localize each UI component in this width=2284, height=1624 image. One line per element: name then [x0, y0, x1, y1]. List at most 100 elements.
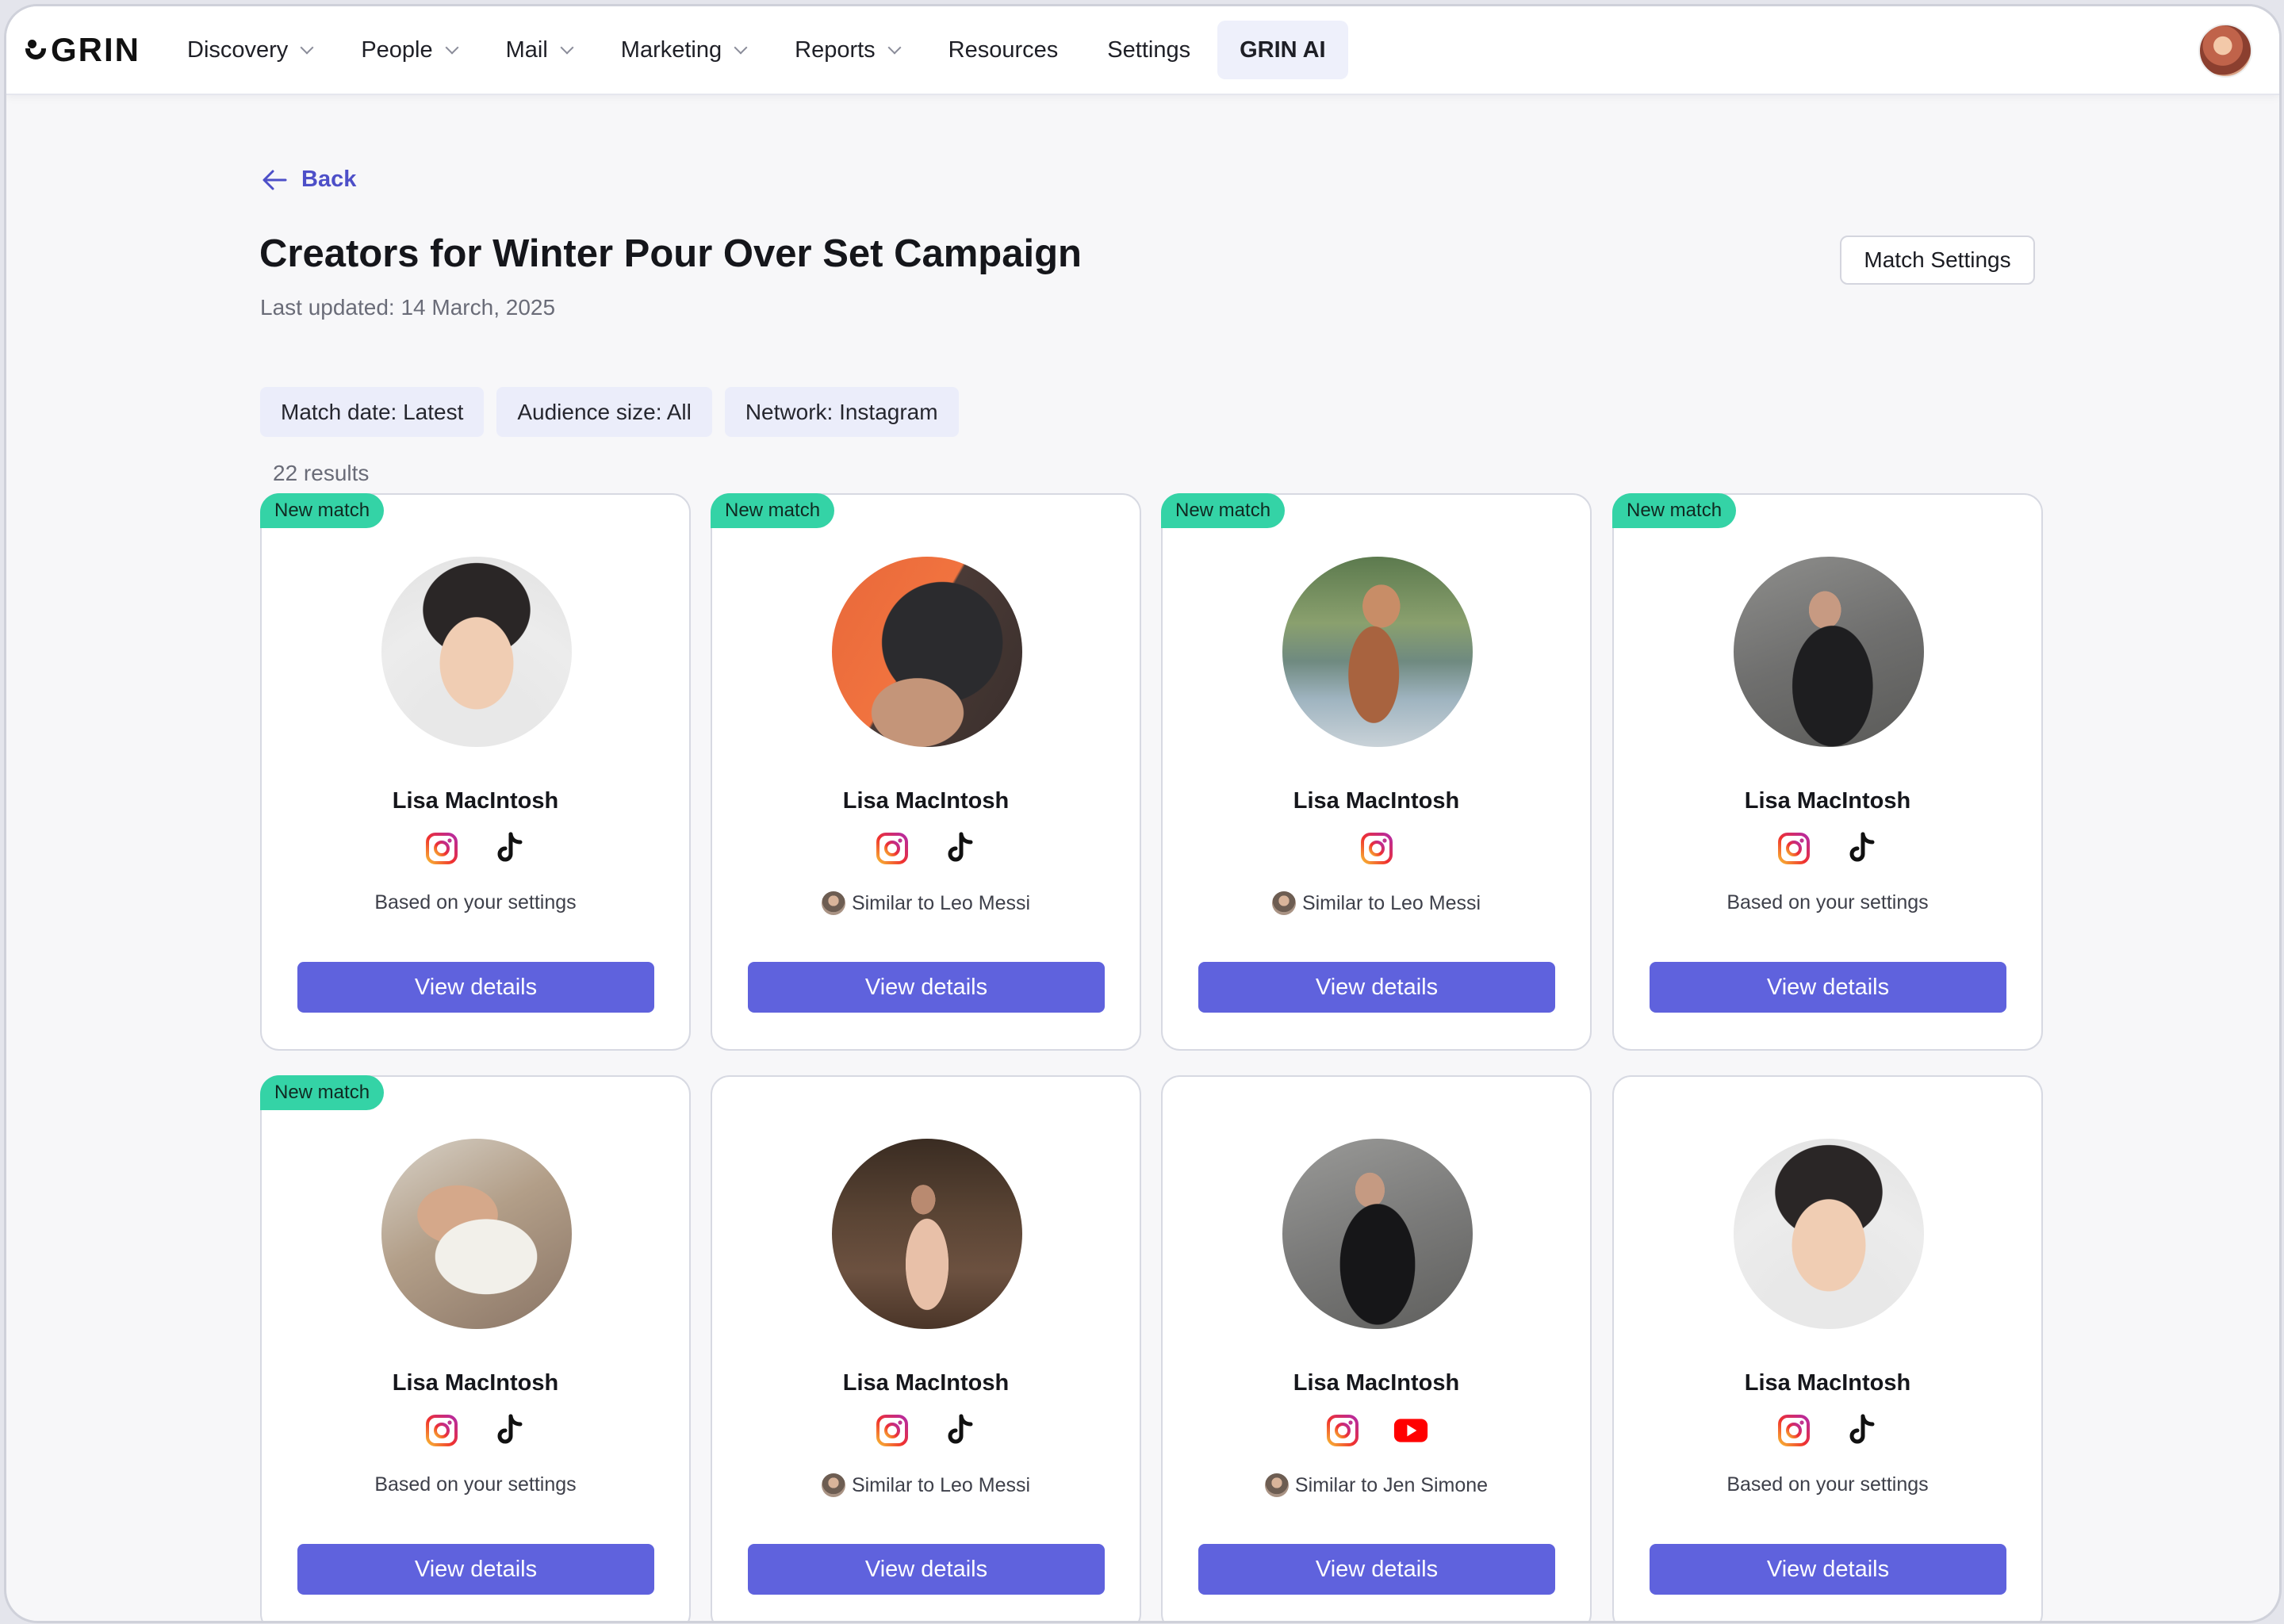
social-networks: [712, 1413, 1140, 1448]
filter-chip-audience-size[interactable]: Audience size: All: [496, 387, 712, 437]
creator-card: New match Lisa MacIntosh Based on your set…: [260, 493, 691, 1051]
creator-card: New match Lisa MacIntosh Similar to Leo Me…: [711, 493, 1141, 1051]
nav-item-label: GRIN AI: [1240, 36, 1326, 63]
social-networks: [1614, 831, 2041, 866]
social-networks: [1163, 1413, 1590, 1448]
nav-item-label: Reports: [795, 36, 876, 63]
creator-card: New match Lisa MacIntosh Based on your set…: [1612, 493, 2043, 1051]
view-details-button[interactable]: View details: [748, 962, 1105, 1013]
nav-item-label: Discovery: [187, 36, 289, 63]
nav-item-mail[interactable]: Mail: [484, 21, 594, 79]
match-reason: Based on your settings: [262, 891, 689, 914]
similar-creator-avatar: [1264, 1473, 1289, 1497]
nav-item-label: Marketing: [620, 36, 722, 63]
logo-text: GRIN: [51, 31, 140, 68]
match-settings-button[interactable]: Match Settings: [1840, 236, 2035, 285]
new-match-badge: New match: [1612, 493, 1737, 528]
last-updated: Last updated: 14 March, 2025: [260, 295, 556, 320]
chevron-down-icon: [734, 40, 748, 55]
creator-photo[interactable]: [832, 557, 1022, 747]
creator-photo[interactable]: [381, 557, 572, 747]
similar-creator-avatar: [821, 1473, 845, 1497]
match-reason: Similar to Leo Messi: [712, 891, 1140, 915]
creator-name: Lisa MacIntosh: [842, 1370, 1010, 1396]
new-match-badge: New match: [260, 493, 385, 528]
instagram-icon[interactable]: [1359, 831, 1394, 866]
chevron-down-icon: [887, 40, 902, 55]
match-reason-text: Similar to Jen Simone: [1294, 1473, 1489, 1496]
match-reason: Based on your settings: [262, 1473, 689, 1496]
nav-item-resources[interactable]: Resources: [926, 21, 1081, 79]
new-match-badge: New match: [260, 1075, 385, 1110]
chevron-down-icon: [445, 40, 459, 55]
instagram-icon[interactable]: [424, 1413, 459, 1448]
filter-chip-network[interactable]: Network: Instagram: [724, 387, 959, 437]
view-details-button[interactable]: View details: [297, 962, 654, 1013]
instagram-icon[interactable]: [424, 831, 459, 866]
creator-name: Lisa MacIntosh: [1744, 1370, 1911, 1396]
new-match-badge: New match: [711, 493, 835, 528]
match-reason-text: Based on your settings: [1726, 1473, 1929, 1496]
instagram-icon[interactable]: [875, 1413, 910, 1448]
match-reason-text: Based on your settings: [374, 891, 577, 914]
grin-logo-icon: [25, 40, 46, 60]
creator-photo[interactable]: [1282, 557, 1473, 747]
creator-name: Lisa MacIntosh: [1293, 1370, 1460, 1396]
creator-card: Lisa MacIntosh Similar to Jen Simone View …: [1161, 1075, 1592, 1621]
social-networks: [262, 1413, 689, 1448]
nav-item-grin-ai[interactable]: GRIN AI: [1217, 21, 1348, 79]
user-avatar[interactable]: [2198, 24, 2252, 78]
back-label: Back: [301, 167, 357, 192]
tiktok-icon[interactable]: [1845, 831, 1880, 866]
view-details-button[interactable]: View details: [1650, 962, 2006, 1013]
nav-item-discovery[interactable]: Discovery: [165, 21, 334, 79]
filter-chip-match-date[interactable]: Match date: Latest: [260, 387, 485, 437]
tiktok-icon[interactable]: [492, 1413, 527, 1448]
nav-item-label: People: [361, 36, 433, 63]
creator-photo[interactable]: [1282, 1139, 1473, 1329]
tiktok-icon[interactable]: [943, 831, 978, 866]
tiktok-icon[interactable]: [492, 831, 527, 866]
instagram-icon[interactable]: [1325, 1413, 1360, 1448]
match-reason: Similar to Leo Messi: [712, 1473, 1140, 1497]
results-count: 22 results: [273, 461, 370, 485]
creator-photo[interactable]: [381, 1139, 572, 1329]
social-networks: [1163, 831, 1590, 866]
match-reason-text: Similar to Leo Messi: [1301, 891, 1481, 914]
creator-photo[interactable]: [832, 1139, 1022, 1329]
social-networks: [712, 831, 1140, 866]
match-reason-text: Similar to Leo Messi: [851, 1473, 1031, 1496]
new-match-badge: New match: [1161, 493, 1286, 528]
instagram-icon[interactable]: [875, 831, 910, 866]
match-reason: Similar to Jen Simone: [1163, 1473, 1590, 1497]
creator-card: Lisa MacIntosh Similar to Leo Messi View d…: [711, 1075, 1141, 1621]
nav-item-marketing[interactable]: Marketing: [599, 21, 768, 79]
creator-photo[interactable]: [1734, 557, 1924, 747]
nav-item-label: Resources: [948, 36, 1059, 63]
instagram-icon[interactable]: [1776, 831, 1811, 866]
view-details-button[interactable]: View details: [1198, 1544, 1555, 1595]
view-details-button[interactable]: View details: [1198, 962, 1555, 1013]
nav-item-reports[interactable]: Reports: [772, 21, 922, 79]
arrow-left-icon: [263, 170, 287, 190]
creator-name: Lisa MacIntosh: [1744, 788, 1911, 814]
nav-item-people[interactable]: People: [339, 21, 478, 79]
grin-logo[interactable]: GRIN: [25, 31, 140, 68]
filter-bar: Match date: Latest Audience size: All Ne…: [260, 387, 971, 437]
nav-item-settings[interactable]: Settings: [1085, 21, 1213, 79]
match-reason-text: Similar to Leo Messi: [851, 891, 1031, 914]
similar-creator-avatar: [1271, 891, 1296, 915]
tiktok-icon[interactable]: [1845, 1413, 1880, 1448]
social-networks: [1614, 1413, 2041, 1448]
match-reason: Based on your settings: [1614, 891, 2041, 914]
creator-card: New match Lisa MacIntosh Similar to Leo Me…: [1161, 493, 1592, 1051]
view-details-button[interactable]: View details: [748, 1544, 1105, 1595]
tiktok-icon[interactable]: [943, 1413, 978, 1448]
creator-name: Lisa MacIntosh: [392, 788, 559, 814]
creator-photo[interactable]: [1734, 1139, 1924, 1329]
instagram-icon[interactable]: [1776, 1413, 1811, 1448]
view-details-button[interactable]: View details: [297, 1544, 654, 1595]
back-link[interactable]: Back: [262, 167, 356, 193]
view-details-button[interactable]: View details: [1650, 1544, 2006, 1595]
youtube-icon[interactable]: [1393, 1413, 1428, 1448]
